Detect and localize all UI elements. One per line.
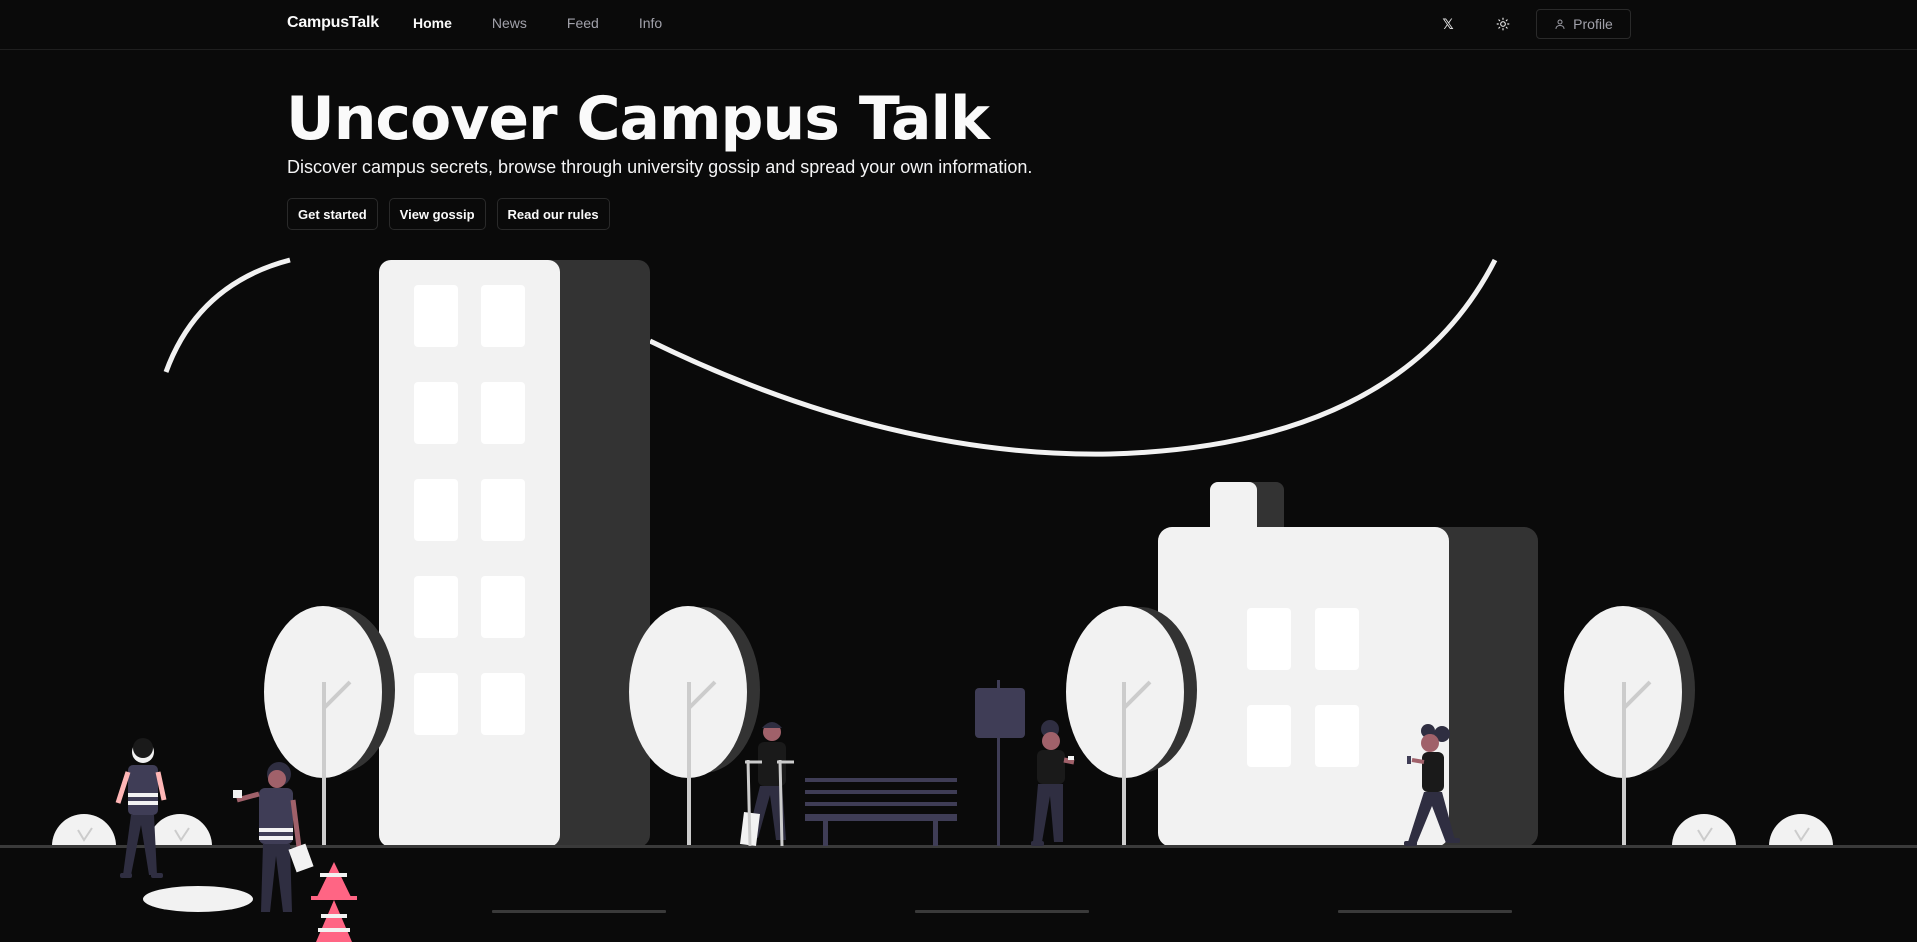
worker-person-2 <box>233 762 314 912</box>
road-markings <box>492 910 1512 913</box>
tall-building <box>370 255 660 847</box>
sign-post <box>975 680 1025 846</box>
worker-person-1 <box>115 738 167 878</box>
arc-left <box>163 257 291 373</box>
tree-4 <box>1564 606 1695 846</box>
house-building <box>1158 482 1538 847</box>
manhole <box>143 886 253 912</box>
bench <box>805 778 957 846</box>
arc-right <box>648 258 1498 457</box>
traffic-cones <box>311 862 357 942</box>
person-with-phone <box>1031 720 1075 846</box>
campus-illustration <box>0 255 1917 942</box>
